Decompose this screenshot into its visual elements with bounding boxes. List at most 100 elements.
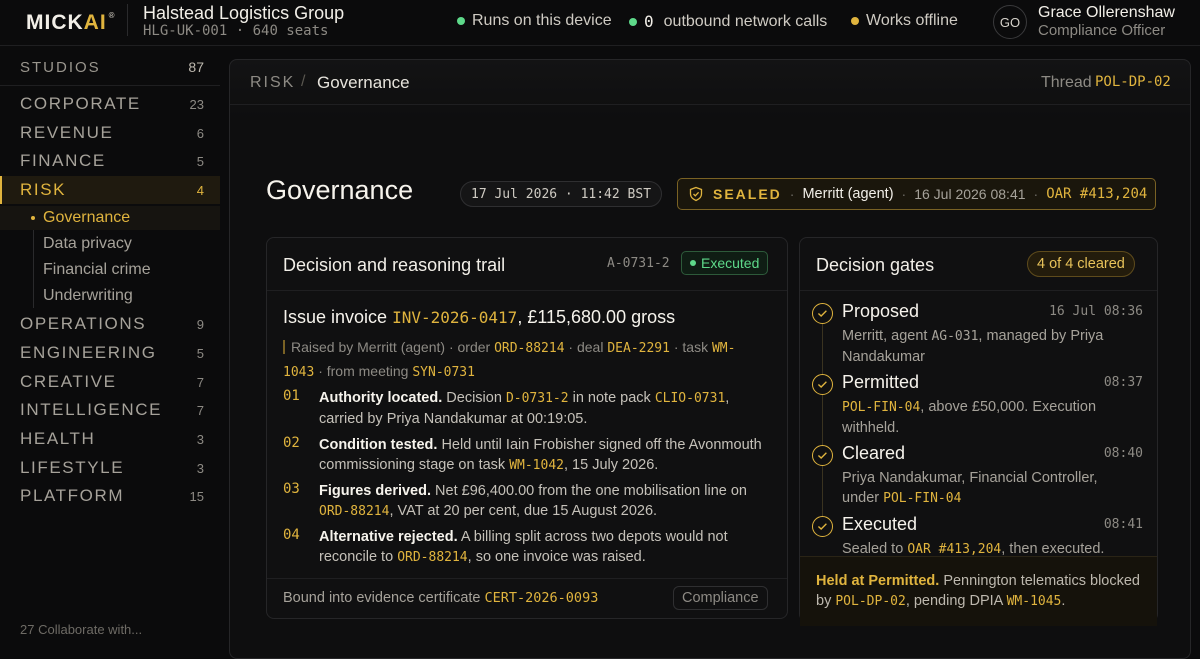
note-pack-link[interactable]: CLIO-0731 <box>655 391 725 406</box>
sidebar-item-platform[interactable]: PLATFORM 15 <box>0 482 220 510</box>
task-link[interactable]: WM-1042 <box>509 458 564 473</box>
status-label: Executed <box>701 255 760 271</box>
check-circle-icon <box>812 374 833 395</box>
status-dot-icon <box>851 17 859 25</box>
sidebar-item-count: 5 <box>196 153 204 169</box>
divider <box>230 104 1190 105</box>
brand-prefix: MICK <box>26 11 84 34</box>
policy-link[interactable]: POL-FIN-04 <box>842 400 920 415</box>
sidebar-subitem-underwriting[interactable]: Underwriting <box>0 284 220 308</box>
sidebar-item-health[interactable]: HEALTH 3 <box>0 425 220 453</box>
sidebar-item-risk[interactable]: RISK 4 <box>0 176 220 204</box>
sidebar-item-label: OPERATIONS <box>20 314 147 333</box>
gate-time: 08:41 <box>1103 517 1143 532</box>
sidebar-subitem-label: Governance <box>43 209 131 226</box>
step-text: Authority located. Decision D-0731-2 in … <box>319 390 730 427</box>
status-label: outbound network calls <box>663 12 828 30</box>
policy-link[interactable]: POL-DP-02 <box>835 594 905 609</box>
sidebar-subitem-data-privacy[interactable]: Data privacy <box>0 232 220 256</box>
sidebar-item-label: CORPORATE <box>20 94 141 113</box>
shield-check-icon <box>689 186 703 202</box>
held-text: Held at Permitted. Pennington telematics… <box>816 573 1140 609</box>
order-link[interactable]: ORD-88214 <box>397 550 467 565</box>
user-role: Compliance Officer <box>1038 22 1166 39</box>
held-notice: Held at Permitted. Pennington telematics… <box>800 556 1157 626</box>
brand-logo[interactable]: MICKAI ® <box>26 11 116 35</box>
gate-description: POL-FIN-04, above £50,000. Execution wit… <box>842 399 1097 436</box>
sidebar-subitem-label: Data privacy <box>43 235 132 252</box>
oar-link[interactable]: OAR #413,204 <box>907 542 1001 557</box>
org-name[interactable]: Halstead Logistics Group <box>143 3 344 24</box>
sidebar-item-label: INTELLIGENCE <box>20 400 163 419</box>
deal-link[interactable]: DEA-2291 <box>607 341 670 356</box>
raised-by: Raised by Merritt (agent) · order ORD-88… <box>283 339 736 380</box>
divider <box>127 4 128 36</box>
user-name[interactable]: Grace Ollerenshaw <box>1038 4 1175 22</box>
status-offline: Works offline <box>851 12 958 30</box>
gate-time: 08:40 <box>1103 446 1143 461</box>
step-number: 02 <box>283 435 300 451</box>
gate-time: 16 Jul 08:36 <box>1049 304 1143 319</box>
compliance-tag[interactable]: Compliance <box>673 586 768 610</box>
sidebar-item-finance[interactable]: FINANCE 5 <box>0 147 220 175</box>
breadcrumb-separator: / <box>301 73 306 90</box>
sidebar-item-label: LIFESTYLE <box>20 458 125 477</box>
time: 11:42 BST <box>580 186 652 202</box>
sidebar-item-count: 6 <box>196 125 204 141</box>
status-dot-icon <box>629 17 637 26</box>
sidebar-subitem-label: Underwriting <box>43 287 133 304</box>
breadcrumb-section[interactable]: RISK <box>250 74 295 92</box>
decision-gates-card: Decision gates 4 of 4 cleared Proposed 1… <box>799 237 1158 626</box>
sidebar-subitem-financial-crime[interactable]: Financial crime <box>0 258 220 282</box>
card-title: Decision and reasoning trail <box>283 255 506 275</box>
gate-name: Cleared <box>842 443 906 463</box>
seal-ref[interactable]: OAR #413,204 <box>1046 186 1147 202</box>
divider <box>0 85 220 86</box>
meeting-link[interactable]: SYN-0731 <box>412 365 475 380</box>
sidebar-item-label: ENGINEERING <box>20 343 157 362</box>
avatar[interactable]: GO <box>993 5 1027 39</box>
gate-rail <box>822 310 823 535</box>
thread-id[interactable]: POL-DP-02 <box>1095 74 1171 90</box>
gate-name: Proposed <box>842 301 920 321</box>
sidebar-item-label: RISK <box>20 180 67 199</box>
divider <box>267 290 787 291</box>
sidebar-item-creative[interactable]: CREATIVE 7 <box>0 368 220 396</box>
sidebar-item-count: 7 <box>196 374 204 390</box>
sidebar-item-label: CREATIVE <box>20 372 117 391</box>
step-text: Figures derived. Net £96,400.00 from the… <box>319 483 747 519</box>
policy-link[interactable]: POL-FIN-04 <box>883 491 961 506</box>
sidebar-subitem-label: Financial crime <box>43 261 151 278</box>
sidebar-item-corporate[interactable]: CORPORATE 23 <box>0 90 220 118</box>
divider <box>800 290 1157 291</box>
seal-agent: Merritt (agent) <box>802 186 894 202</box>
check-circle-icon <box>812 303 833 324</box>
sidebar-item-lifestyle[interactable]: LIFESTYLE 3 <box>0 454 220 482</box>
order-link[interactable]: ORD-88214 <box>494 341 564 356</box>
status-badge: Executed <box>681 251 769 275</box>
sidebar-item-revenue[interactable]: REVENUE 6 <box>0 119 220 147</box>
task-link[interactable]: WM-1045 <box>1007 594 1062 609</box>
trail-id: A-0731-2 <box>607 256 670 271</box>
sidebar-item-operations[interactable]: OPERATIONS 9 <box>0 310 220 338</box>
gate-description: Priya Nandakumar, Financial Controller, … <box>842 470 1098 506</box>
sidebar-header-count: 87 <box>188 59 204 75</box>
sidebar-item-intelligence[interactable]: INTELLIGENCE 7 <box>0 396 220 424</box>
certificate-link[interactable]: CERT-2026-0093 <box>485 590 599 606</box>
issue-prefix: Issue invoice <box>283 307 388 327</box>
card-title: Decision gates <box>816 255 935 275</box>
sidebar-item-engineering[interactable]: ENGINEERING 5 <box>0 339 220 367</box>
check-circle-icon <box>812 516 833 537</box>
sidebar-subitem-governance[interactable]: Governance <box>0 206 220 230</box>
gate-name: Executed <box>842 514 918 534</box>
status-dot-icon <box>457 17 465 25</box>
order-link[interactable]: ORD-88214 <box>319 504 389 519</box>
invoice-link[interactable]: INV-2026-0417 <box>392 308 517 327</box>
sidebar-header: STUDIOS <box>20 59 101 76</box>
seal-timestamp: 16 Jul 2026 08:41 <box>914 186 1026 202</box>
decision-link[interactable]: D-0731-2 <box>506 391 569 406</box>
step-text: Condition tested. Held until Iain Frobis… <box>319 437 762 473</box>
step-text: Alternative rejected. A billing split ac… <box>319 529 728 565</box>
sidebar-item-count: 5 <box>196 345 204 361</box>
date-pill: 17 Jul 2026 · 11:42 BST <box>460 181 663 207</box>
